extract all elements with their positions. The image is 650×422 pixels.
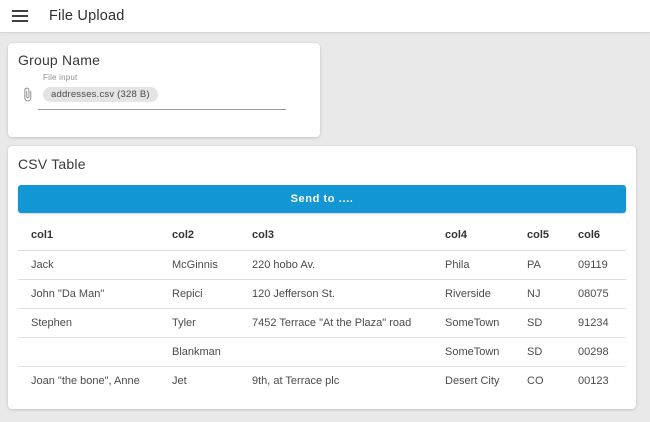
page-title: File Upload [49,8,125,24]
send-button[interactable]: Send to .... [18,185,626,213]
paperclip-icon [18,87,36,102]
table-cell: 7452 Terrace "At the Plaza" road [239,308,432,337]
table-cell: Tyler [159,308,239,337]
table-cell: 00123 [565,366,626,395]
table-cell: 09119 [565,250,626,279]
table-header-cell[interactable]: col3 [239,221,432,250]
table-cell: SomeTown [432,337,514,366]
table-cell [239,337,432,366]
table-cell: Blankman [159,337,239,366]
csv-card-title: CSV Table [18,156,626,172]
table-cell: SD [514,308,565,337]
table-cell: Repici [159,279,239,308]
table-cell: McGinnis [159,250,239,279]
table-cell: Jack [18,250,159,279]
table-row: Joan "the bone", AnneJet9th, at Terrace … [18,366,626,395]
table-header-row: col1col2col3col4col5col6 [18,221,626,250]
table-row: StephenTyler7452 Terrace "At the Plaza" … [18,308,626,337]
page-content: Group Name File input addresses.csv (328… [0,33,650,409]
table-cell: SD [514,337,565,366]
table-cell: NJ [514,279,565,308]
table-cell: Stephen [18,308,159,337]
table-cell: 08075 [565,279,626,308]
table-cell: Riverside [432,279,514,308]
file-input-row: File input addresses.csv (328 B) [18,73,310,110]
table-cell: CO [514,366,565,395]
table-cell: 91234 [565,308,626,337]
table-cell: SomeTown [432,308,514,337]
file-input[interactable]: File input addresses.csv (328 B) [38,73,286,110]
table-cell: Joan "the bone", Anne [18,366,159,395]
group-name-card: Group Name File input addresses.csv (328… [8,43,320,137]
table-cell: 00298 [565,337,626,366]
file-chip[interactable]: addresses.csv (328 B) [43,87,158,102]
hamburger-menu-icon[interactable] [12,7,34,25]
app-bar: File Upload [0,0,650,33]
table-row: John "Da Man"Repici120 Jefferson St.Rive… [18,279,626,308]
group-card-title: Group Name [18,52,310,68]
table-header-cell[interactable]: col4 [432,221,514,250]
csv-table-card: CSV Table Send to .... col1col2col3col4c… [8,146,636,409]
table-cell: Phila [432,250,514,279]
table-cell: 220 hobo Av. [239,250,432,279]
table-cell [18,337,159,366]
table-header-cell[interactable]: col6 [565,221,626,250]
table-row: Blankman SomeTownSD00298 [18,337,626,366]
table-cell: PA [514,250,565,279]
table-cell: Desert City [432,366,514,395]
table-header-cell[interactable]: col1 [18,221,159,250]
table-cell: Jet [159,366,239,395]
table-cell: 9th, at Terrace plc [239,366,432,395]
file-input-label: File input [43,73,286,82]
table-cell: John "Da Man" [18,279,159,308]
table-row: JackMcGinnis220 hobo Av.PhilaPA09119 [18,250,626,279]
table-header-cell[interactable]: col5 [514,221,565,250]
table-cell: 120 Jefferson St. [239,279,432,308]
table-header-cell[interactable]: col2 [159,221,239,250]
csv-table: col1col2col3col4col5col6 JackMcGinnis220… [18,221,626,395]
